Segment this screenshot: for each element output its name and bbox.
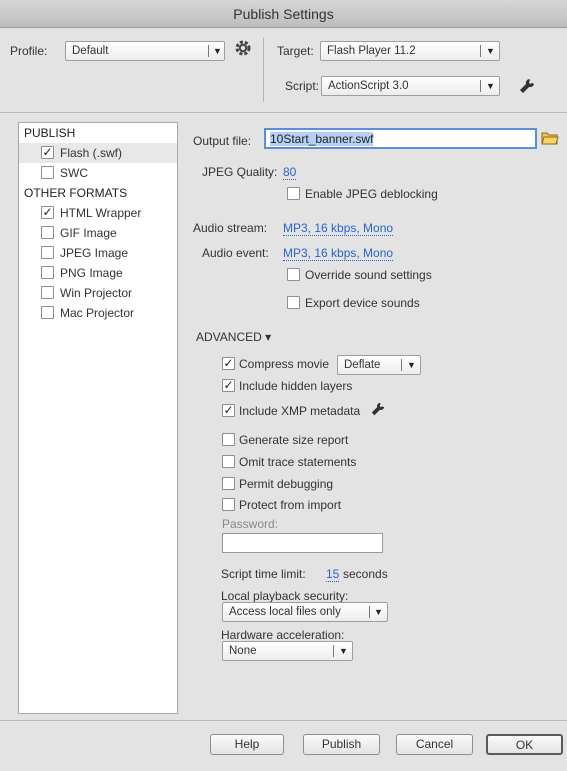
profile-value: Default [72,45,109,57]
generate-size-report-label: Generate size report [239,433,349,447]
checkbox-mac-projector[interactable] [41,306,54,319]
omit-trace-label: Omit trace statements [239,455,357,469]
checkbox-png[interactable] [41,266,54,279]
script-label: Script: [285,79,320,93]
compress-movie-label: Compress movie [239,357,330,371]
list-item-label: HTML Wrapper [60,206,142,220]
gear-icon[interactable] [233,38,253,58]
other-formats-header: OTHER FORMATS [24,186,128,200]
checkbox-permit-debugging[interactable] [222,477,235,490]
audio-stream-value[interactable]: MP3, 16 kbps, Mono [283,222,394,236]
checkbox-override-sound[interactable] [287,268,300,281]
checkbox-win-projector[interactable] [41,286,54,299]
checkbox-swc[interactable] [41,166,54,179]
checkbox-compress-movie[interactable]: ✓ [222,357,235,370]
format-list: PUBLISH ✓ Flash (.swf) SWC OTHER FORMATS… [18,122,178,714]
chevron-down-icon: ▼ [486,46,495,56]
target-value: Flash Player 11.2 [327,45,416,57]
list-item-win-projector[interactable]: Win Projector [19,283,177,303]
ok-button[interactable]: OK [486,734,563,755]
checkbox-protect-import[interactable] [222,498,235,511]
audio-event-label: Audio event: [202,246,269,260]
export-device-sounds-label: Export device sounds [305,296,420,310]
list-item-label: JPEG Image [60,246,129,260]
chevron-down-icon: ▼ [213,46,222,56]
script-value: ActionScript 3.0 [328,80,409,92]
jpeg-quality-value[interactable]: 80 [283,166,297,180]
output-file-label: Output file: [193,134,252,148]
profile-label: Profile: [10,44,48,58]
wrench-icon[interactable] [370,401,386,417]
local-playback-value: Access local files only [229,606,341,618]
list-item-png[interactable]: PNG Image [19,263,177,283]
hardware-accel-value: None [229,645,257,657]
output-file-value: 10Start_banner.swf [270,132,374,146]
protect-import-label: Protect from import [239,498,342,512]
folder-icon[interactable] [541,130,559,146]
script-time-limit-label: Script time limit: [221,567,306,581]
list-item-label: Win Projector [60,286,133,300]
list-item-mac-projector[interactable]: Mac Projector [19,303,177,323]
wrench-icon[interactable] [518,77,536,95]
jpeg-quality-label: JPEG Quality: [202,165,278,179]
advanced-toggle[interactable]: ADVANCED ▾ [196,330,271,344]
header-divider [0,112,567,113]
include-xmp-label: Include XMP metadata [239,404,361,418]
checkbox-generate-size-report[interactable] [222,433,235,446]
audio-stream-label: Audio stream: [193,221,268,235]
window-title: Publish Settings [0,0,567,28]
footer-divider [0,720,567,721]
list-item-jpeg[interactable]: JPEG Image [19,243,177,263]
list-item-gif[interactable]: GIF Image [19,223,177,243]
list-item-swc[interactable]: SWC [19,163,177,183]
password-input[interactable] [222,533,383,553]
output-file-input[interactable]: 10Start_banner.swf [264,128,537,149]
chevron-down-icon: ▼ [374,607,383,617]
list-item-label: Flash (.swf) [60,146,123,160]
target-label: Target: [277,44,314,58]
chevron-down-icon: ▼ [407,360,416,370]
checkbox-gif[interactable] [41,226,54,239]
chevron-down-icon: ▼ [339,646,348,656]
checkbox-flash[interactable]: ✓ [41,146,54,159]
include-hidden-layers-label: Include hidden layers [239,379,353,393]
override-sound-label: Override sound settings [305,268,432,282]
hardware-accel-select[interactable]: None ▼ [222,641,353,661]
checkbox-jpeg-deblocking[interactable] [287,187,300,200]
cancel-button[interactable]: Cancel [396,734,473,755]
checkbox-html-wrapper[interactable]: ✓ [41,206,54,219]
list-item-label: Mac Projector [60,306,135,320]
password-label: Password: [222,517,279,531]
checkbox-omit-trace[interactable] [222,455,235,468]
list-item-flash[interactable]: ✓ Flash (.swf) [19,143,177,163]
checkbox-jpeg[interactable] [41,246,54,259]
list-item-label: PNG Image [60,266,123,280]
script-time-limit-value[interactable]: 15 [326,568,340,582]
publish-header: PUBLISH [24,126,76,140]
target-select[interactable]: Flash Player 11.2 ▼ [320,41,500,61]
permit-debugging-label: Permit debugging [239,477,334,491]
local-playback-label: Local playback security: [221,589,349,603]
compress-select[interactable]: Deflate ▼ [337,355,421,375]
list-item-html-wrapper[interactable]: ✓ HTML Wrapper [19,203,177,223]
script-time-limit-unit: seconds [343,567,388,581]
list-item-label: SWC [60,166,88,180]
chevron-down-icon: ▼ [486,81,495,91]
list-item-label: GIF Image [60,226,117,240]
checkbox-include-xmp[interactable]: ✓ [222,404,235,417]
checkbox-include-hidden-layers[interactable]: ✓ [222,379,235,392]
local-playback-select[interactable]: Access local files only ▼ [222,602,388,622]
audio-event-value[interactable]: MP3, 16 kbps, Mono [283,247,394,261]
jpeg-deblocking-label: Enable JPEG deblocking [305,187,438,201]
help-button[interactable]: Help [210,734,284,755]
script-select[interactable]: ActionScript 3.0 ▼ [321,76,500,96]
hardware-accel-label: Hardware acceleration: [221,628,345,642]
publish-button[interactable]: Publish [303,734,380,755]
profile-select[interactable]: Default ▼ [65,41,225,61]
compress-value: Deflate [344,359,381,371]
checkbox-export-device-sounds[interactable] [287,296,300,309]
